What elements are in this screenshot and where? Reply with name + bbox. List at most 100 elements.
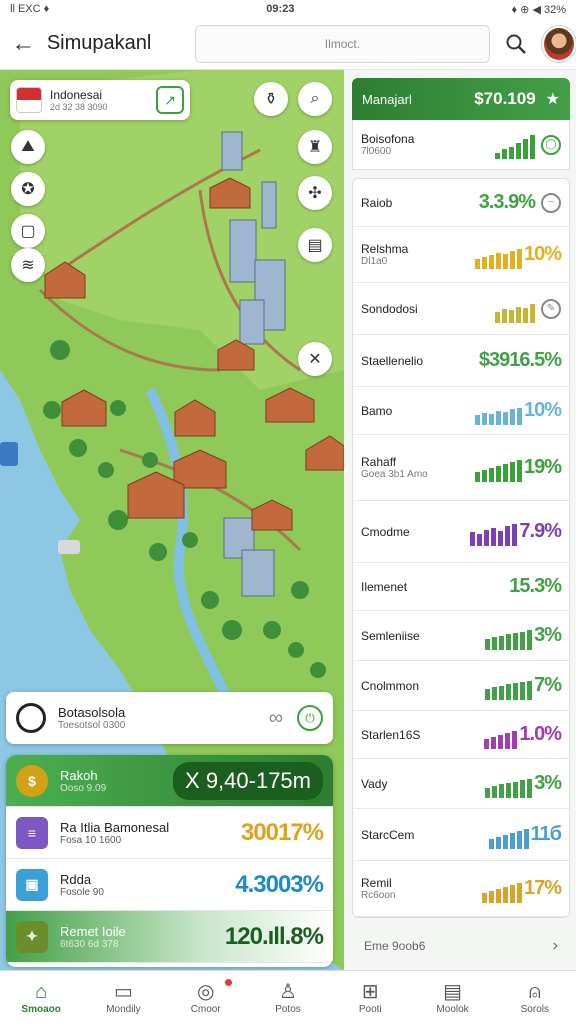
bar-mark bbox=[502, 463, 508, 482]
bar-mark bbox=[474, 258, 480, 269]
panel-header[interactable]: Manajarl $70.109 ★ bbox=[352, 78, 570, 120]
mountain-icon[interactable]: ⛰ bbox=[11, 130, 45, 164]
bar-mark bbox=[520, 631, 526, 650]
minus-circle-icon[interactable]: − bbox=[541, 192, 561, 213]
twist-icon[interactable]: ✕ bbox=[298, 342, 332, 376]
info-card[interactable]: Botasolsola Toesotsol 0300 ∞ ⏻ bbox=[6, 692, 333, 744]
stats-row[interactable]: Cmodme 7.9% bbox=[353, 501, 569, 563]
stats-row[interactable]: Remil Rc6oon 17% bbox=[353, 861, 569, 917]
row-value: 3.3.9% bbox=[478, 191, 536, 213]
nav-item-1[interactable]: ▭ Mondily bbox=[82, 971, 164, 1024]
bar-mark bbox=[502, 886, 508, 903]
bar-mark bbox=[527, 629, 533, 650]
item-sub: Fosole 90 bbox=[60, 886, 104, 898]
bar-mark bbox=[512, 730, 518, 749]
bar-mark bbox=[488, 254, 494, 269]
bar-mark bbox=[530, 303, 535, 323]
bar-mark bbox=[516, 248, 522, 269]
panel-footer[interactable]: Eme 9oob6 › bbox=[352, 918, 570, 974]
stats-row[interactable]: Sondodosi ✎ bbox=[353, 283, 569, 335]
row-value: 10% bbox=[523, 399, 562, 421]
search-input[interactable]: Ilmoct. bbox=[195, 24, 490, 63]
monitor-icon[interactable]: ▢ bbox=[11, 214, 45, 248]
bar-mark bbox=[502, 411, 508, 425]
share-icon[interactable]: ↗ bbox=[156, 86, 184, 114]
item-value: 120.ıll.8% bbox=[224, 922, 324, 950]
item-sub: 6t630 6d 378 bbox=[60, 938, 119, 950]
badge-icon[interactable]: ✪ bbox=[11, 172, 45, 206]
nav-item-5[interactable]: ▤ Moolok bbox=[411, 971, 493, 1024]
row-name: Boisofona bbox=[361, 132, 415, 146]
bar-mark bbox=[484, 529, 490, 546]
edit-icon[interactable]: ✎ bbox=[541, 298, 561, 319]
stats-row[interactable]: Semleniise 3% bbox=[353, 611, 569, 661]
nav-label: Moolok bbox=[436, 1004, 469, 1015]
location-name: Indonesai bbox=[50, 88, 103, 102]
camera-icon: ◎ bbox=[196, 981, 215, 1003]
stats-row[interactable]: Ilemenet 15.3% bbox=[353, 563, 569, 611]
bar-mark bbox=[488, 838, 494, 849]
stats-row[interactable]: Relshma Dl1a0 10% bbox=[353, 227, 569, 283]
bar-mark bbox=[474, 471, 480, 482]
row-bars bbox=[484, 721, 518, 749]
bar-mark bbox=[485, 688, 491, 700]
refresh-icon[interactable]: ◯ bbox=[541, 134, 561, 155]
tower-icon[interactable]: ♜ bbox=[298, 130, 332, 164]
search-icon[interactable] bbox=[490, 18, 542, 70]
bird-icon[interactable]: ≋ bbox=[11, 248, 45, 282]
row-name: Ilemenet bbox=[361, 579, 408, 594]
nav-item-2[interactable]: ◎ Cmoor bbox=[165, 971, 247, 1024]
back-arrow-icon[interactable]: ← bbox=[0, 18, 47, 70]
star-icon[interactable]: ★ bbox=[546, 89, 560, 109]
nav-item-4[interactable]: ⊞ Pooti bbox=[329, 971, 411, 1024]
row-sub: Dl1a0 bbox=[361, 256, 388, 267]
window-icon: ▭ bbox=[113, 981, 133, 1003]
book-icon[interactable]: ▤ bbox=[298, 228, 332, 262]
location-card[interactable]: Indonesai 2d 32 38 3090 ↗ bbox=[10, 80, 190, 120]
nav-item-3[interactable]: ♙ Potos bbox=[247, 971, 329, 1024]
power-icon[interactable]: ⏻ bbox=[297, 705, 323, 731]
bar-mark bbox=[506, 683, 512, 700]
bar-mark bbox=[499, 783, 505, 798]
nav-label: Mondily bbox=[106, 1004, 141, 1015]
bar-mark bbox=[492, 686, 498, 700]
nav-item-6[interactable]: ⍝ Sorols bbox=[494, 971, 576, 1024]
network-icon[interactable]: ✣ bbox=[298, 176, 332, 210]
bar-mark bbox=[509, 884, 515, 903]
stats-row[interactable]: Raiob 3.3.9% − bbox=[353, 179, 569, 227]
list-item[interactable]: ▣ Rdda Fosole 90 4.3003% bbox=[6, 859, 333, 911]
row-value: 1.0% bbox=[519, 723, 562, 745]
list-item[interactable]: ✦ Remet Ioile 6t630 6d 378 120.ıll.8% bbox=[6, 911, 333, 963]
row-value: 3% bbox=[534, 772, 562, 794]
pin-icon: ♙ bbox=[279, 981, 297, 1003]
bag-icon[interactable]: ⚱ bbox=[254, 82, 288, 116]
row-name: Sondodosi bbox=[361, 301, 418, 316]
lock-icon: ▣ bbox=[16, 868, 48, 901]
stats-row[interactable]: Staellenelio $3916.5% bbox=[353, 335, 569, 387]
bar-mark bbox=[506, 633, 512, 650]
search-map-icon[interactable]: ⌕ bbox=[298, 82, 332, 116]
list-item[interactable]: $ Rakoh Ooso 9.09 X 9,40-175m bbox=[6, 755, 333, 807]
bar-mark bbox=[527, 778, 533, 798]
panel-value: $70.109 bbox=[474, 89, 536, 108]
stats-row[interactable]: Starlen16S 1.0% bbox=[353, 711, 569, 759]
stats-rows: Raiob 3.3.9% − Relshma Dl1a0 10% Sondodosi ✎ Sta… bbox=[352, 178, 570, 918]
stats-row[interactable]: Vady 3% bbox=[353, 759, 569, 809]
infinity-icon[interactable]: ∞ bbox=[269, 707, 283, 730]
row-bars bbox=[474, 454, 522, 482]
bar-mark bbox=[505, 525, 511, 546]
nav-item-0[interactable]: ⌂ Smoaoo bbox=[0, 971, 82, 1024]
stats-row[interactable]: Bamo 10% bbox=[353, 387, 569, 435]
row-name: StarcCem bbox=[361, 827, 415, 842]
avatar[interactable] bbox=[542, 25, 576, 62]
stats-row[interactable]: Cnolmmon 7% bbox=[353, 661, 569, 711]
bar-mark bbox=[488, 467, 494, 482]
item-sub: Ooso 9.09 bbox=[60, 782, 107, 794]
list-item[interactable]: ≡ Ra Itlia Bamonesal Fosa 10 1600 30017% bbox=[6, 807, 333, 859]
stats-row[interactable]: Rahaff Goea 3b1 Amo 19% bbox=[353, 435, 569, 501]
panel-first-row[interactable]: Boisofona 7l0600 ◯ bbox=[352, 120, 570, 170]
row-name: Bamo bbox=[361, 403, 393, 418]
status-time: 09:23 bbox=[266, 3, 295, 15]
stats-row[interactable]: StarcCem 11б bbox=[353, 809, 569, 861]
item-name: Rakoh bbox=[60, 767, 98, 783]
